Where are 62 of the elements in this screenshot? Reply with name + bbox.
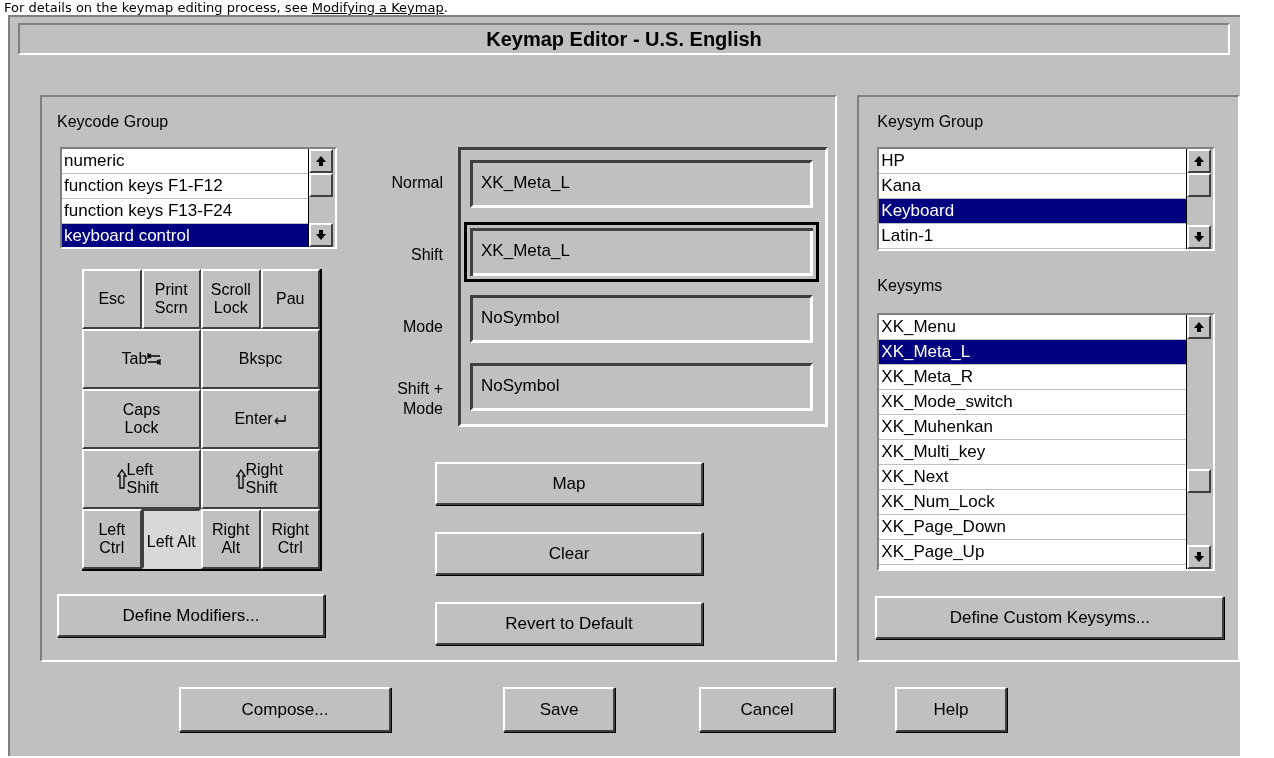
dialog-button[interactable]: Help: [895, 687, 1007, 732]
list-item[interactable]: XK_Num_Lock: [879, 490, 1187, 515]
group-label: Keysym Group: [877, 112, 985, 132]
key[interactable]: Bkspc: [201, 329, 320, 389]
tab-arrows-icon: [147, 352, 162, 366]
link[interactable]: Modifying a Keymap: [311, 0, 444, 15]
field-label: Shift: [410, 245, 443, 265]
define-modifiers-button[interactable]: Define Modifiers...: [57, 594, 325, 637]
key[interactable]: Enter: [201, 389, 320, 449]
window-title: Keymap Editor - U.S. English: [18, 23, 1230, 55]
list-item[interactable]: keyboard control: [62, 224, 308, 247]
key[interactable]: Right Alt: [201, 509, 261, 569]
group-label: Keycode Group: [57, 112, 170, 132]
key[interactable]: Left Alt: [141, 509, 201, 569]
scroll-thumb[interactable]: [1187, 469, 1212, 493]
scrollbar[interactable]: [1186, 149, 1214, 249]
list-item[interactable]: XK_Page_Down: [879, 515, 1187, 540]
list-item[interactable]: function keys F1-F12: [62, 174, 308, 199]
key[interactable]: Right Shift: [201, 449, 320, 509]
scroll-thumb[interactable]: [309, 173, 333, 197]
define-custom-keysyms-button[interactable]: Define Custom Keysyms...: [875, 596, 1225, 639]
dialog-button[interactable]: Compose...: [179, 687, 391, 732]
input-field[interactable]: NoSymbol: [470, 362, 813, 411]
key[interactable]: Esc: [82, 269, 142, 329]
list-item[interactable]: Latin-1: [879, 224, 1187, 249]
key[interactable]: Tab: [82, 329, 201, 389]
list-item[interactable]: XK_Meta_L: [879, 340, 1187, 365]
key[interactable]: Caps Lock: [82, 389, 201, 449]
key[interactable]: Left Shift: [82, 449, 201, 509]
scrollbar[interactable]: [1186, 315, 1214, 569]
scrollbar[interactable]: [308, 149, 335, 247]
key[interactable]: Scroll Lock: [201, 269, 261, 329]
input-field[interactable]: XK_Meta_L: [464, 221, 819, 282]
list-item[interactable]: XK_Mode_switch: [879, 390, 1187, 415]
list-label: Keysyms: [877, 276, 944, 296]
list-item[interactable]: XK_Page_Up: [879, 540, 1187, 565]
key[interactable]: Pau: [260, 269, 320, 329]
list-item[interactable]: Keyboard: [879, 199, 1187, 224]
return-arrow-icon: [272, 413, 287, 425]
list-item[interactable]: XK_Next: [879, 465, 1187, 490]
input-field[interactable]: NoSymbol: [470, 295, 813, 343]
list-item[interactable]: numeric: [62, 149, 308, 174]
intro-text: For details on the keymap editing process, see Modifying a Keymap.: [3, 0, 449, 15]
field-label: Normal: [390, 173, 443, 193]
dialog-button[interactable]: Save: [503, 687, 615, 732]
action-button[interactable]: Revert to Default: [435, 602, 703, 645]
key[interactable]: Left Ctrl: [82, 509, 142, 569]
up-arrow-icon: [116, 469, 127, 489]
field-label: Mode: [401, 317, 443, 337]
scroll-thumb[interactable]: [1187, 173, 1212, 197]
list-item[interactable]: XK_Meta_R: [879, 365, 1187, 390]
list-item[interactable]: HP: [879, 149, 1187, 174]
field-label: Shift + Mode: [396, 379, 443, 419]
dialog-button[interactable]: Cancel: [699, 687, 835, 732]
list-item[interactable]: XK_Muhenkan: [879, 415, 1187, 440]
action-button[interactable]: Clear: [435, 532, 703, 575]
key[interactable]: Right Ctrl: [260, 509, 320, 569]
key[interactable]: Print Scrn: [141, 269, 201, 329]
input-field[interactable]: XK_Meta_L: [470, 160, 813, 208]
list-item[interactable]: XK_Multi_key: [879, 440, 1187, 465]
action-button[interactable]: Map: [435, 462, 703, 505]
up-arrow-icon: [235, 469, 246, 489]
